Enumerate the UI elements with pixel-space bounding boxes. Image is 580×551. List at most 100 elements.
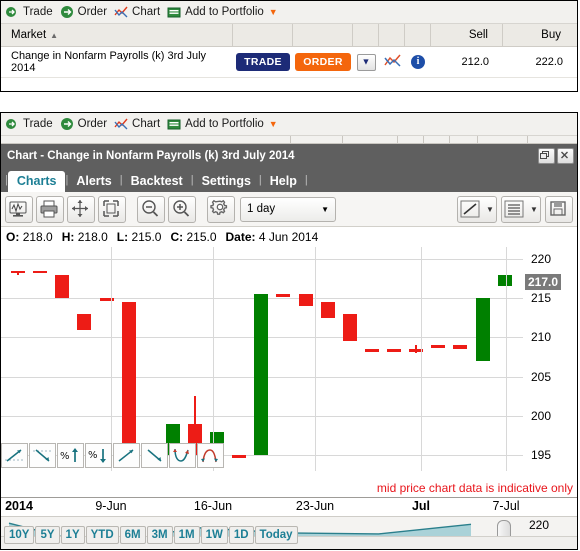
chart-plot-area[interactable]: 220 215 210 205 200 195 217.0 % % mid pr…	[1, 247, 577, 497]
range-button-ytd[interactable]: YTD	[85, 526, 119, 544]
curve-arc-icon[interactable]	[197, 443, 224, 468]
candle-body[interactable]	[276, 294, 291, 297]
zoom-in-icon[interactable]	[168, 195, 196, 223]
toolbar-item-chart[interactable]: Chart	[112, 2, 165, 22]
chart-toolbar-item-chart[interactable]: Chart	[112, 114, 165, 134]
sort-ascending-icon: ▲	[50, 30, 59, 40]
chart-window-title-bar: Chart - Change in Nonfarm Payrolls (k) 3…	[1, 144, 577, 168]
order-button[interactable]: ORDER	[295, 53, 351, 71]
zoom-out-icon[interactable]	[137, 195, 165, 223]
toolbar-item-add-to-portfolio[interactable]: Add to Portfolio	[165, 2, 269, 22]
chart-icon[interactable]	[383, 54, 401, 71]
trend-line-extend-down-icon[interactable]	[29, 443, 56, 468]
tab-backtest[interactable]: Backtest	[123, 172, 191, 192]
candle-body[interactable]	[232, 455, 247, 458]
range-button-6m[interactable]: 6M	[119, 526, 146, 544]
chart-toolbar-item-trade[interactable]: Trade	[1, 114, 58, 134]
price-axis: 220 215 210 205 200 195 217.0	[523, 247, 577, 497]
column-header-blank-2	[293, 24, 353, 46]
chart-toolbar-item-order[interactable]: Order	[58, 114, 112, 134]
candle-body[interactable]	[298, 294, 313, 306]
column-header-sell[interactable]: Sell	[431, 24, 503, 46]
line-style-icon[interactable]	[458, 198, 484, 221]
range-button-1d[interactable]: 1D	[228, 526, 254, 544]
close-window-button[interactable]	[557, 148, 574, 164]
info-icon[interactable]: i	[411, 55, 425, 69]
interval-select[interactable]: 1 day ▼	[240, 196, 336, 222]
date-axis-tick: 2014	[5, 499, 33, 513]
chart-window-panel: Trade Order Chart Add to Portfolio ▼ Cha…	[0, 112, 578, 550]
range-button-5y[interactable]: 5Y	[35, 526, 60, 544]
monitor-chart-icon[interactable]	[5, 195, 33, 223]
range-button-1m[interactable]: 1M	[173, 526, 200, 544]
chart-watermark: mid price chart data is indicative only	[376, 481, 573, 495]
toolbar-item-order-label: Order	[77, 6, 108, 18]
restore-window-button[interactable]	[538, 148, 555, 164]
column-header-market[interactable]: Market ▲	[1, 24, 233, 46]
toolbar-item-order[interactable]: Order	[58, 2, 112, 22]
range-button-3m[interactable]: 3M	[146, 526, 173, 544]
ohlc-readout: O: 218.0 H: 218.0 L: 215.0 C: 215.0 Date…	[1, 227, 577, 247]
range-button-10y[interactable]: 10Y	[4, 526, 35, 544]
settings-gear-icon[interactable]	[207, 195, 235, 223]
candle-body[interactable]	[320, 302, 335, 318]
column-header-blank-1	[233, 24, 293, 46]
drawing-tools-bar: % %	[1, 443, 225, 469]
ohlc-close-value: 215.0	[186, 230, 217, 244]
chevron-down-icon[interactable]: ▼	[528, 205, 540, 214]
range-button-1y[interactable]: 1Y	[60, 526, 85, 544]
indicator-list-icon[interactable]	[502, 198, 528, 221]
toolbar-dropdown[interactable]: ▼	[269, 2, 283, 22]
chevron-down-icon[interactable]: ▼	[484, 205, 496, 214]
trade-button[interactable]: TRADE	[236, 53, 290, 71]
date-axis-tick: 7-Jul	[492, 499, 520, 513]
range-button-1w[interactable]: 1W	[200, 526, 228, 544]
range-button-today[interactable]: Today	[254, 526, 298, 544]
ohlc-low-value: 215.0	[131, 230, 162, 244]
buy-price-cell[interactable]: 222.0	[503, 56, 575, 68]
navigator-axis-label-top: 220	[529, 518, 550, 532]
sell-price-cell[interactable]: 212.0	[431, 56, 503, 68]
trend-line-extend-up-icon[interactable]	[1, 443, 28, 468]
tab-alerts[interactable]: Alerts	[68, 172, 119, 192]
print-icon[interactable]	[36, 195, 64, 223]
tab-settings[interactable]: Settings	[194, 172, 259, 192]
candle-body[interactable]	[453, 345, 468, 350]
fit-screen-icon[interactable]	[98, 195, 126, 223]
candle-body[interactable]	[121, 302, 136, 456]
candle-body[interactable]	[387, 349, 402, 352]
table-row[interactable]: Change in Nonfarm Payrolls (k) 3rd July …	[1, 47, 577, 78]
expand-dropdown-button[interactable]: ▼	[356, 53, 376, 71]
chart-button-cell	[379, 54, 405, 71]
tab-charts[interactable]: Charts	[7, 171, 66, 192]
move-icon[interactable]	[67, 195, 95, 223]
candlestick-plot[interactable]	[1, 247, 523, 471]
expand-button-cell: ▼	[353, 53, 379, 71]
ray-down-icon[interactable]	[141, 443, 168, 468]
save-icon[interactable]	[545, 195, 573, 223]
column-header-buy[interactable]: Buy	[503, 24, 575, 46]
line-style-split-button[interactable]: ▼	[457, 195, 497, 223]
candle-body[interactable]	[431, 345, 446, 348]
chart-toolbar-item-chart-label: Chart	[132, 118, 161, 130]
candle-body[interactable]	[475, 298, 490, 361]
toolbar-item-trade[interactable]: Trade	[3, 2, 58, 22]
ray-up-icon[interactable]	[113, 443, 140, 468]
chevron-down-icon: ▼	[361, 56, 371, 67]
chart-toolbar-dropdown[interactable]: ▼	[269, 114, 283, 134]
curve-v-icon[interactable]	[169, 443, 196, 468]
fibonacci-up-icon[interactable]: %	[57, 443, 84, 468]
candle-body[interactable]	[11, 270, 26, 274]
candle-body[interactable]	[33, 270, 48, 274]
tab-help[interactable]: Help	[262, 172, 305, 192]
candle-body[interactable]	[342, 313, 357, 342]
candle-body[interactable]	[497, 274, 512, 287]
chart-toolbar-item-add-to-portfolio[interactable]: Add to Portfolio	[165, 114, 269, 134]
indicator-list-split-button[interactable]: ▼	[501, 195, 541, 223]
percent-down-icon[interactable]: %	[85, 443, 112, 468]
candle-body[interactable]	[254, 294, 269, 456]
candle-body[interactable]	[55, 274, 70, 299]
candle-body[interactable]	[364, 349, 379, 352]
column-header-market-label: Market	[11, 29, 47, 41]
candle-body[interactable]	[77, 313, 92, 330]
